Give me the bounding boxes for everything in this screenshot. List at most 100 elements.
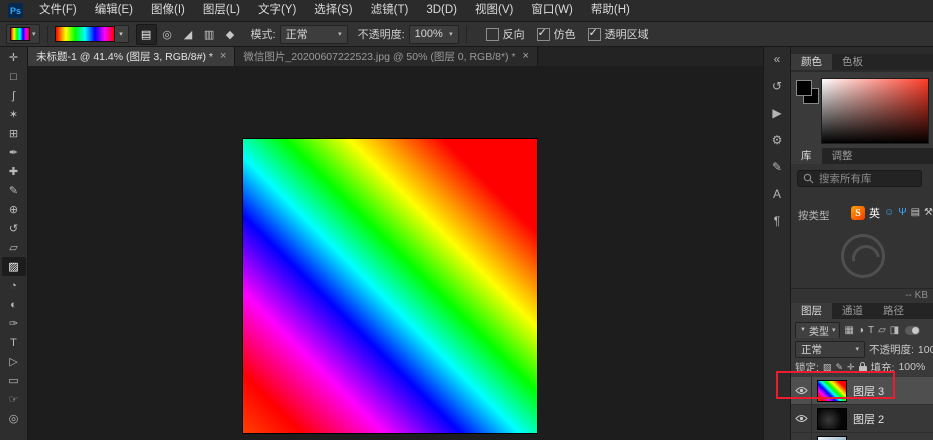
reflected-gradient-button[interactable]: ▥ [199,24,220,45]
menu-view[interactable]: 视图(V) [466,0,522,21]
eraser-tool-icon[interactable]: ▱ [2,238,26,257]
library-search-input[interactable]: 搜索所有库 [797,170,922,187]
lock-transparency-icon[interactable]: ▨ [823,362,832,373]
quick-select-tool-icon[interactable]: ✶ [2,105,26,124]
layer-name[interactable]: 图层 3 [853,383,884,399]
tab-color[interactable]: 颜色 [791,54,832,70]
menu-filter[interactable]: 滤镜(T) [362,0,418,21]
layer-thumbnail[interactable] [817,408,847,430]
tool-preset-picker[interactable]: ▾ [6,24,40,44]
expand-dock-icon[interactable]: « [774,52,781,66]
visibility-eye-icon[interactable] [791,377,812,404]
blend-mode-select[interactable]: 正常 ▾ [795,341,865,358]
transparency-checkbox[interactable] [588,28,601,41]
brush-tool-icon[interactable]: ✎ [2,181,26,200]
document-tab-weixin[interactable]: 微信图片_20200607222523.jpg @ 50% (图层 0, RGB… [235,46,538,66]
crop-tool-icon[interactable]: ⊞ [2,124,26,143]
menu-select[interactable]: 选择(S) [305,0,361,21]
canvas-area[interactable] [28,66,763,440]
properties-panel-icon[interactable]: ⚙ [772,133,783,147]
layer-thumbnail[interactable] [817,436,847,440]
blur-tool-icon[interactable]: ◔ [2,276,26,295]
gradient-editor[interactable]: ▾ [55,25,129,43]
brush-settings-panel-icon[interactable]: ✎ [772,160,782,174]
move-tool-icon[interactable]: ✛ [2,48,26,67]
ime-language-toggle[interactable]: 英 [869,205,880,221]
toolbox-icon[interactable]: ⚒ [924,208,933,218]
filter-shape-layers-icon[interactable]: ▱ [878,325,886,336]
menu-type[interactable]: 文字(Y) [249,0,305,21]
layer-thumbnail[interactable] [817,380,847,402]
ps-logo-icon[interactable]: Ps [8,3,23,18]
opacity-select[interactable]: 100% ▾ [409,25,459,44]
tab-swatches[interactable]: 色板 [832,54,873,70]
clone-stamp-tool-icon[interactable]: ⊕ [2,200,26,219]
actions-panel-icon[interactable]: ▶ [772,106,781,120]
filter-smart-object-icon[interactable]: ◨ [890,325,899,336]
filter-pixel-layers-icon[interactable]: ▦ [844,325,853,336]
layer-row-1[interactable]: 图层 1 [791,433,933,440]
voice-input-icon[interactable]: Ψ [898,208,906,218]
fill-value[interactable]: 100% [898,361,925,373]
menu-edit[interactable]: 编辑(E) [86,0,142,21]
dither-checkbox[interactable] [537,28,550,41]
gradient-preview[interactable] [55,26,115,42]
menu-window[interactable]: 窗口(W) [522,0,582,21]
zoom-tool-icon[interactable]: ◎ [2,409,26,428]
healing-brush-tool-icon[interactable]: ✚ [2,162,26,181]
menu-image[interactable]: 图像(I) [142,0,194,21]
tab-channels[interactable]: 通道 [832,303,873,319]
menu-help[interactable]: 帮助(H) [582,0,639,21]
filter-adjustment-layers-icon[interactable]: ◑ [858,325,864,336]
tab-paths[interactable]: 路径 [873,303,914,319]
lock-all-icon[interactable] [859,366,867,372]
mode-select[interactable]: 正常 ▾ [280,25,348,44]
document-canvas-rainbow-gradient[interactable] [243,139,537,433]
angle-gradient-button[interactable]: ◢ [178,24,199,45]
layer-filter-kind-select[interactable]: ▼ 类型 ▾ [795,322,840,338]
menu-layer[interactable]: 图层(L) [194,0,249,21]
dodge-tool-icon[interactable]: ◐ [2,295,26,314]
close-icon[interactable]: × [220,50,226,62]
type-tool-icon[interactable]: T [2,333,26,352]
hand-tool-icon[interactable]: ☞ [2,390,26,409]
history-brush-tool-icon[interactable]: ↺ [2,219,26,238]
filter-type-layers-icon[interactable]: T [868,325,874,336]
gradient-dropdown-arrow[interactable]: ▾ [115,25,129,43]
tab-layers[interactable]: 图层 [791,303,832,319]
paragraph-panel-icon[interactable]: ¶ [774,214,780,228]
menu-3d[interactable]: 3D(D) [417,0,466,21]
layer-row-2[interactable]: 图层 2 [791,405,933,433]
layer-row-3[interactable]: 图层 3 [791,377,933,405]
filter-toggle-switch[interactable] [905,326,920,335]
shape-tool-icon[interactable]: ▭ [2,371,26,390]
pen-tool-icon[interactable]: ✑ [2,314,26,333]
marquee-tool-icon[interactable]: □ [2,67,26,86]
menu-file[interactable]: 文件(F) [30,0,86,21]
document-tab-untitled[interactable]: 未标题-1 @ 41.4% (图层 3, RGB/8#) * × [28,46,235,66]
lasso-tool-icon[interactable]: ʃ [2,86,26,105]
color-picker-gradient[interactable] [821,78,929,144]
lock-pixels-icon[interactable]: ✎ [835,362,843,373]
tab-adjustments[interactable]: 调整 [822,148,863,164]
character-panel-icon[interactable]: A [773,187,781,201]
history-panel-icon[interactable]: ↺ [772,79,782,93]
close-icon[interactable]: × [523,50,529,62]
radial-gradient-button[interactable]: ◎ [157,24,178,45]
reverse-checkbox[interactable] [486,28,499,41]
emoji-icon[interactable]: ☺ [884,208,894,218]
layer-name[interactable]: 图层 2 [853,411,884,427]
library-sort-label[interactable]: 按类型 [798,208,830,223]
layer-opacity-value[interactable]: 100% [918,344,933,356]
lock-position-icon[interactable]: ✛ [847,362,855,373]
diamond-gradient-button[interactable]: ◆ [220,24,241,45]
visibility-eye-icon[interactable] [791,433,812,440]
foreground-color-swatch[interactable] [796,80,812,96]
keyboard-icon[interactable]: ▤ [911,208,920,218]
tab-libraries[interactable]: 库 [791,148,822,164]
eyedropper-tool-icon[interactable]: ✒ [2,143,26,162]
sogou-logo-icon[interactable]: S [851,206,865,220]
gradient-tool-icon[interactable]: ▨ [2,257,26,276]
path-select-tool-icon[interactable]: ▷ [2,352,26,371]
visibility-eye-icon[interactable] [791,405,812,432]
